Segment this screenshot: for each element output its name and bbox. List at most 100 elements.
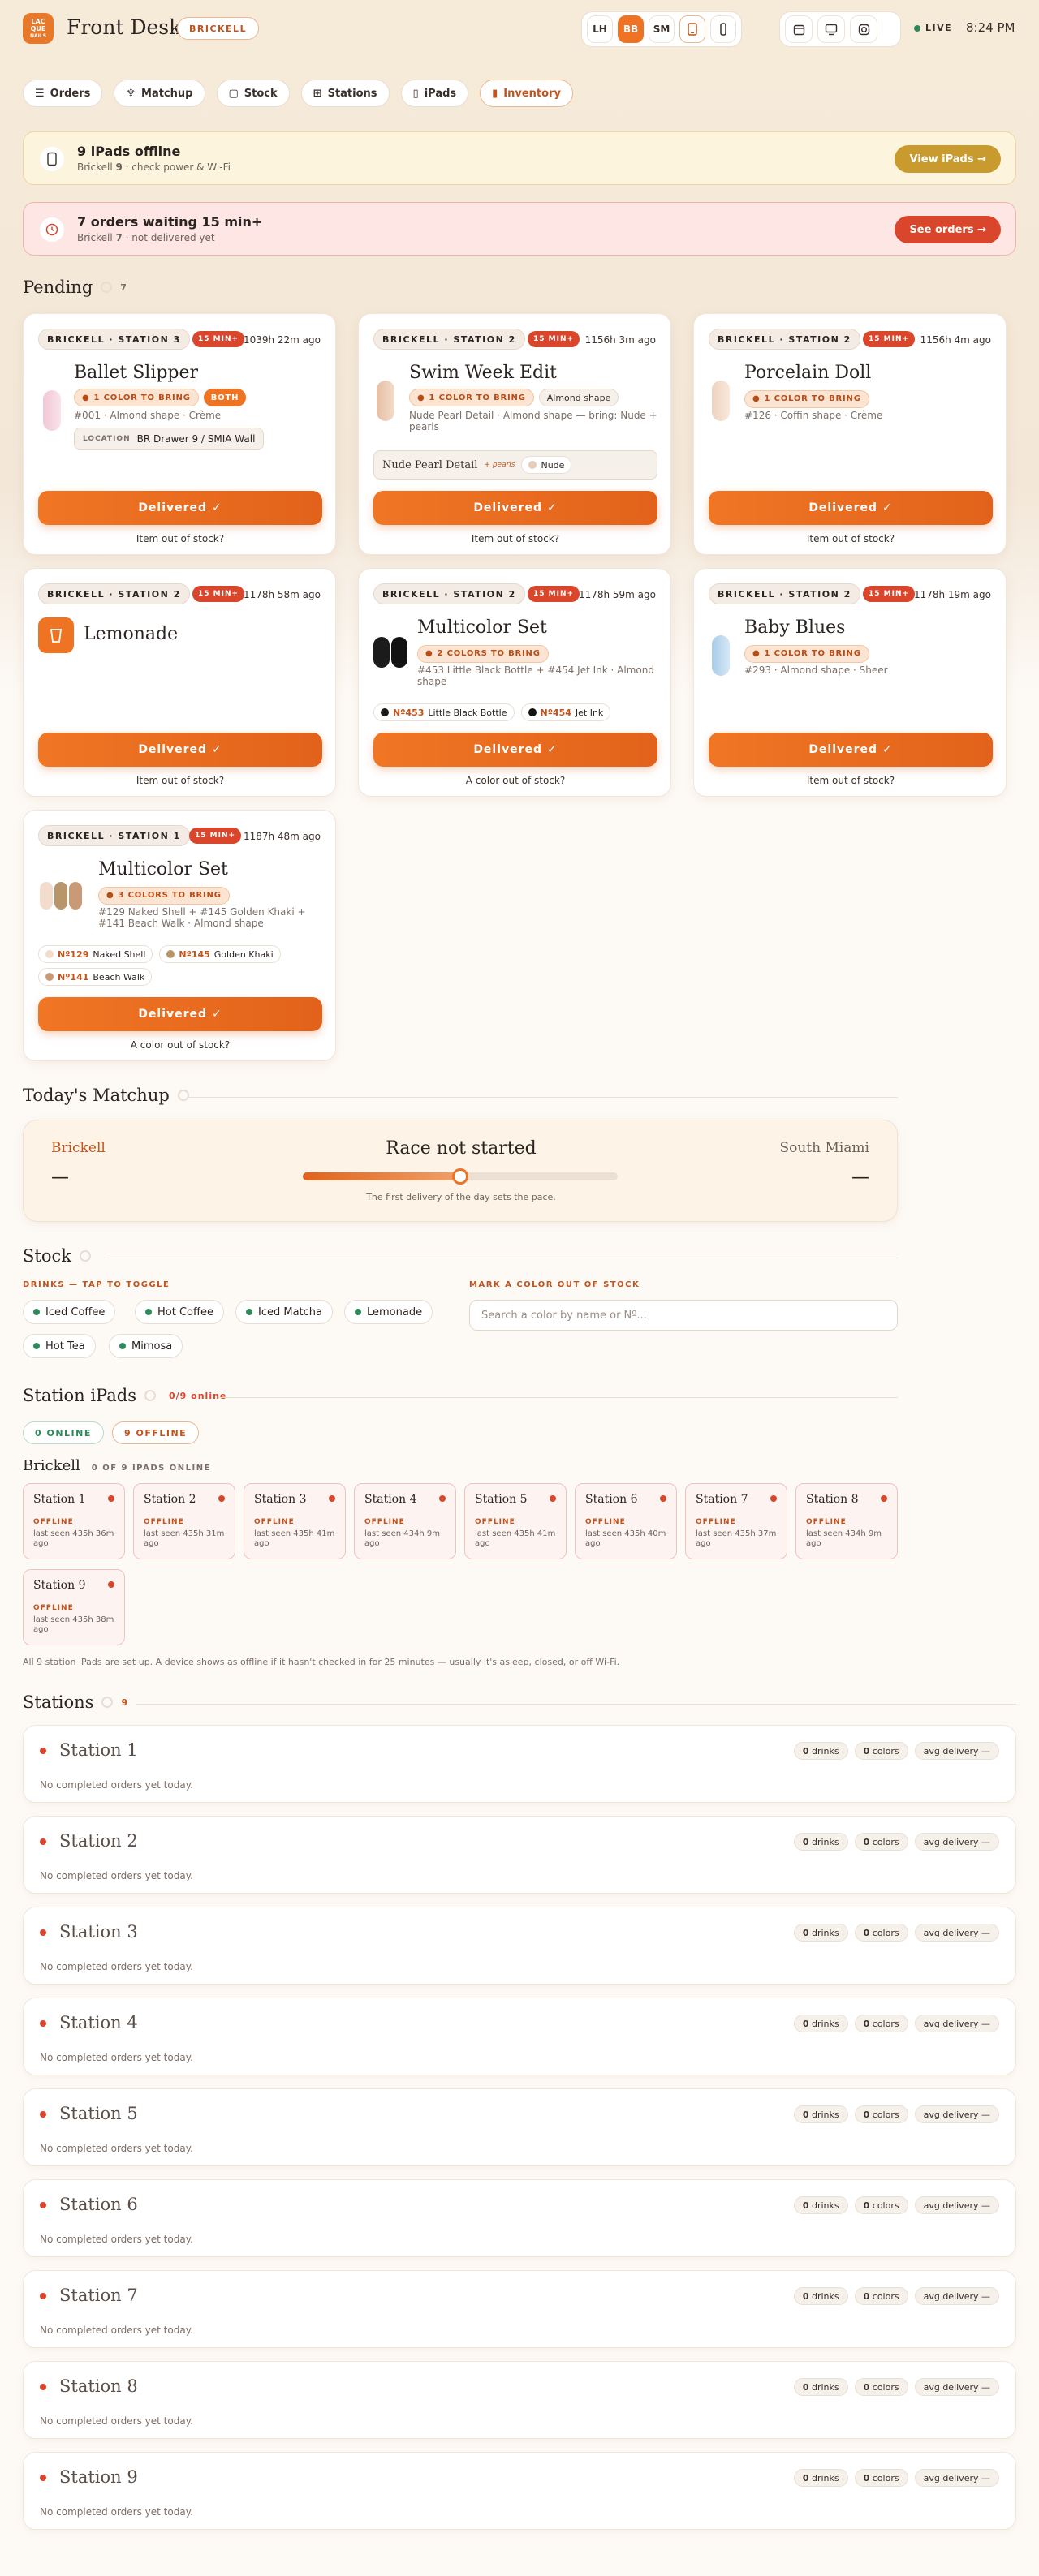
- out-of-stock-link[interactable]: Item out of stock?: [694, 533, 1007, 544]
- colors-count: 0 colors: [854, 2287, 908, 2305]
- ipad-card[interactable]: Station 2 OFFLINE last seen 435h 31m ago: [133, 1483, 235, 1559]
- in-stock-dot: [246, 1309, 252, 1315]
- orders-waiting-alert: 7 orders waiting 15 min+ Brickell 7 · no…: [23, 202, 1016, 256]
- station-row[interactable]: Station 2 No completed orders yet today. 0…: [23, 1816, 1016, 1894]
- nav-matchup[interactable]: ♆ Matchup: [114, 80, 205, 107]
- nav-stock[interactable]: ▢ Stock: [216, 80, 290, 107]
- ipad-name: Station 5: [475, 1493, 528, 1506]
- see-orders-button[interactable]: See orders →: [895, 216, 1001, 243]
- station-badge: BRICKELL · STATION 2: [709, 583, 860, 604]
- drink-toggle[interactable]: Hot Tea: [23, 1334, 96, 1358]
- drink-toggle[interactable]: Mimosa: [109, 1334, 183, 1358]
- ipad-name: Station 1: [33, 1493, 86, 1506]
- ipad-card[interactable]: Station 1 OFFLINE last seen 435h 36m ago: [23, 1483, 125, 1559]
- view-ipads-button[interactable]: View iPads →: [895, 145, 1001, 173]
- station-row[interactable]: Station 7 No completed orders yet today. 0…: [23, 2270, 1016, 2348]
- delivered-button[interactable]: Delivered ✓: [38, 997, 322, 1031]
- drink-toggle[interactable]: Lemonade: [344, 1300, 433, 1324]
- colors-count-label: colors: [872, 2472, 899, 2484]
- ipad-card[interactable]: Station 7 OFFLINE last seen 435h 37m ago: [685, 1483, 787, 1559]
- location-lh-button[interactable]: LH: [587, 15, 613, 43]
- station-name: Station 7: [59, 2286, 138, 2305]
- nav-label: iPads: [424, 87, 457, 100]
- order-age: 1187h 48m ago: [243, 831, 321, 842]
- ipad-name: Station 8: [806, 1493, 859, 1506]
- color-search-input[interactable]: [469, 1300, 898, 1331]
- section-title: Stations: [23, 1692, 94, 1712]
- station-row[interactable]: Station 8 No completed orders yet today. 0…: [23, 2361, 1016, 2439]
- drinks-count: 0 drinks: [793, 2287, 848, 2305]
- ipad-last-seen: last seen 435h 37m ago: [696, 1529, 777, 1548]
- station-row[interactable]: Station 6 No completed orders yet today. 0…: [23, 2179, 1016, 2257]
- live-label: LIVE: [925, 23, 953, 33]
- out-of-stock-link[interactable]: Item out of stock?: [694, 775, 1007, 786]
- calendar-icon: [793, 24, 804, 35]
- online-filter-tab[interactable]: 0 ONLINE: [23, 1421, 104, 1444]
- nav-orders[interactable]: ☰ Orders: [23, 80, 103, 107]
- colors-count-value: 0: [863, 2018, 870, 2029]
- ipad-status: OFFLINE: [364, 1518, 405, 1526]
- ipad-view-button[interactable]: [679, 15, 705, 43]
- out-of-stock-link[interactable]: A color out of stock?: [24, 1039, 337, 1051]
- ipad-card[interactable]: Station 4 OFFLINE last seen 434h 9m ago: [354, 1483, 456, 1559]
- colors-count-label: colors: [872, 2381, 899, 2393]
- team-left-score: —: [51, 1168, 69, 1188]
- ipad-name: Station 3: [254, 1493, 307, 1506]
- station-row[interactable]: Station 4 No completed orders yet today. 0…: [23, 1998, 1016, 2075]
- clock-icon: [40, 217, 64, 242]
- station-row[interactable]: Station 1 No completed orders yet today. 0…: [23, 1725, 1016, 1803]
- nav-stations[interactable]: ⊞ Stations: [300, 80, 390, 107]
- nav-inventory[interactable]: ▮ Inventory: [480, 80, 573, 107]
- offline-filter-tab[interactable]: 9 OFFLINE: [112, 1421, 200, 1444]
- ipad-card[interactable]: Station 5 OFFLINE last seen 435h 41m ago: [464, 1483, 567, 1559]
- out-of-stock-link[interactable]: A color out of stock?: [359, 775, 672, 786]
- colors-count: 0 colors: [854, 1833, 908, 1851]
- color-number: Nº454: [540, 707, 571, 718]
- out-of-stock-link[interactable]: Item out of stock?: [359, 533, 672, 544]
- logo-line: LAC: [31, 17, 45, 25]
- drinks-count-value: 0: [802, 2018, 809, 2029]
- ipad-card[interactable]: Station 9 OFFLINE last seen 435h 38m ago: [23, 1569, 125, 1645]
- station-name: Station 1: [59, 1740, 138, 1760]
- polish-swatch: [43, 390, 61, 431]
- station-row[interactable]: Station 5 No completed orders yet today. 0…: [23, 2088, 1016, 2166]
- color-chip: Nº454 Jet Ink: [520, 703, 611, 721]
- drink-toggle[interactable]: Iced Matcha: [235, 1300, 333, 1324]
- delivered-button[interactable]: Delivered ✓: [38, 491, 322, 525]
- delivered-button[interactable]: Delivered ✓: [373, 491, 657, 525]
- monitor-button[interactable]: [817, 15, 845, 43]
- delivered-button[interactable]: Delivered ✓: [709, 491, 993, 525]
- status-dot: [40, 1838, 46, 1845]
- location-bb-button[interactable]: BB: [618, 15, 644, 43]
- color-chip: Nº129 Naked Shell: [38, 945, 153, 963]
- drink-toggle[interactable]: Hot Coffee: [135, 1300, 224, 1324]
- station-stats: 0 drinks 0 colors avg delivery —: [793, 1742, 999, 1760]
- iphone-view-button[interactable]: [710, 15, 736, 43]
- race-progress-fill: [303, 1172, 460, 1180]
- out-of-stock-link[interactable]: Item out of stock?: [24, 775, 337, 786]
- delivered-button[interactable]: Delivered ✓: [709, 733, 993, 767]
- delivered-button[interactable]: Delivered ✓: [38, 733, 322, 767]
- ipad-card[interactable]: Station 3 OFFLINE last seen 435h 41m ago: [244, 1483, 346, 1559]
- divider: [136, 1704, 1016, 1705]
- colors-count-value: 0: [863, 2109, 870, 2120]
- ipad-card[interactable]: Station 8 OFFLINE last seen 434h 9m ago: [795, 1483, 898, 1559]
- out-of-stock-link[interactable]: Item out of stock?: [24, 533, 337, 544]
- nav-ipads[interactable]: ▯ iPads: [400, 80, 469, 107]
- bottle-icon: ●: [752, 394, 761, 403]
- delivered-button[interactable]: Delivered ✓: [373, 733, 657, 767]
- alert-title: 7 orders waiting 15 min+: [77, 214, 263, 230]
- avg-delivery: avg delivery —: [914, 2015, 999, 2032]
- bring-badge: ● 1 COLOR TO BRING: [744, 389, 869, 408]
- instagram-button[interactable]: [850, 15, 877, 43]
- ipad-status: OFFLINE: [144, 1518, 184, 1526]
- station-row[interactable]: Station 3 No completed orders yet today. 0…: [23, 1907, 1016, 1985]
- calendar-button[interactable]: [785, 15, 813, 43]
- station-row[interactable]: Station 9 No completed orders yet today. 0…: [23, 2452, 1016, 2530]
- location-badge[interactable]: BRICKELL: [177, 17, 260, 40]
- station-badge: BRICKELL · STATION 2: [38, 583, 190, 604]
- order-card: BRICKELL · STATION 2 15 MIN+ 1156h 3m ag…: [358, 313, 671, 555]
- drink-toggle[interactable]: Iced Coffee: [23, 1300, 116, 1324]
- ipad-card[interactable]: Station 6 OFFLINE last seen 435h 40m ago: [575, 1483, 677, 1559]
- location-sm-button[interactable]: SM: [649, 15, 675, 43]
